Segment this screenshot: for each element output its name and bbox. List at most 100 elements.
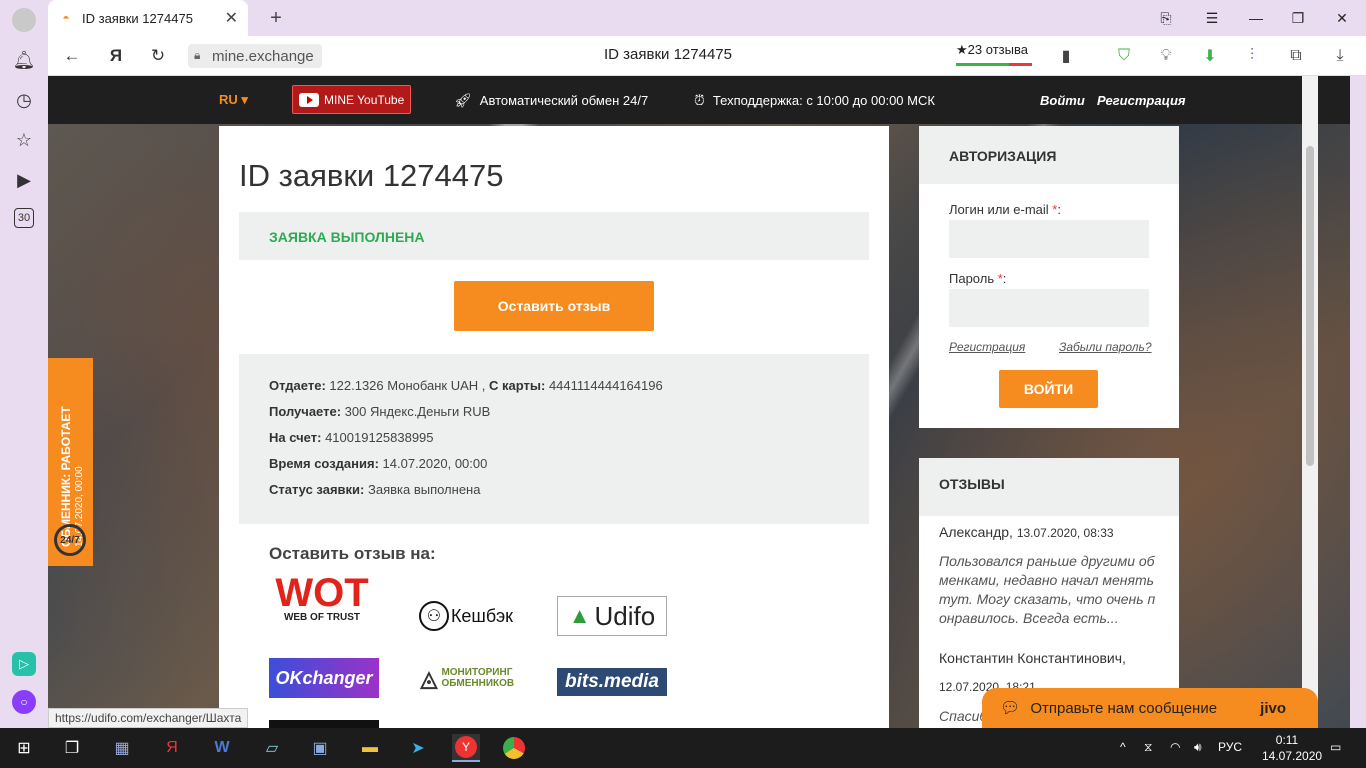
- get-row: Получаете: 300 Яндекс.Деньги RUB: [269, 404, 491, 419]
- yandex-app-icon[interactable]: Я: [158, 734, 186, 762]
- clock-date: 14.07.2020: [1262, 749, 1323, 763]
- reviews-badge-text: ★23 отзыва: [956, 42, 1028, 57]
- support-info: ⏰︎ Техподдержка: с 10:00 до 00:00 МСК: [694, 92, 935, 109]
- browser-sidebar: 🔔︎ ◷ ☆ ▶ 30 ▷ ○: [0, 0, 48, 728]
- bookmark-icon[interactable]: ▮: [1054, 44, 1078, 68]
- site-reviews-badge[interactable]: ★23 отзыва: [952, 42, 1032, 70]
- exchanger-status-tab[interactable]: ОБМЕННИК: РАБОТАЕТ 14.07.2020, 00:00 24/…: [48, 358, 93, 566]
- cashback-logo[interactable]: ⚇ Кешбэк: [411, 596, 521, 636]
- clock-24-7-icon: 24/7: [54, 524, 86, 556]
- calculator-app-icon[interactable]: ▦: [108, 734, 136, 762]
- network-app-icon[interactable]: ▣: [306, 734, 334, 762]
- volume-tray-icon[interactable]: 🔊︎: [1194, 740, 1202, 755]
- monitoring-logo[interactable]: ◬ МОНИТОРИНГ ОБМЕННИКОВ: [411, 658, 521, 698]
- exchanger-status-text: ОБМЕННИК: РАБОТАЕТ 14.07.2020, 00:00: [59, 357, 87, 547]
- notifications-icon[interactable]: ▭: [1330, 740, 1341, 754]
- adblock-extension-icon[interactable]: ⛉: [1112, 44, 1136, 68]
- order-title: ID заявки 1274475: [239, 158, 504, 193]
- rocket-icon: 🚀︎: [454, 92, 472, 108]
- network-tray-icon[interactable]: ⧖: [1144, 740, 1152, 755]
- youtube-label: MINE YouTube: [324, 92, 405, 107]
- task-view-icon[interactable]: ❐: [58, 734, 86, 762]
- jivo-chat-widget[interactable]: 💬︎ Отправьте нам сообщение jivo: [982, 688, 1318, 728]
- review-1-header: Александр, 13.07.2020, 08:33: [939, 524, 1114, 540]
- wifi-tray-icon[interactable]: ◠: [1170, 740, 1180, 754]
- header-register-link[interactable]: Регистрация: [1097, 93, 1186, 108]
- telegram-app-icon[interactable]: ➤: [404, 734, 432, 762]
- password-input[interactable]: [949, 289, 1149, 327]
- input-language[interactable]: РУС: [1218, 740, 1242, 754]
- support-text: Техподдержка: с 10:00 до 00:00 МСК: [712, 93, 935, 108]
- tray-chevron-icon[interactable]: ^: [1120, 740, 1126, 754]
- password-label: Пароль *:: [949, 271, 1007, 286]
- youtube-button[interactable]: MINE YouTube: [292, 85, 411, 114]
- login-input[interactable]: [949, 220, 1149, 258]
- jivo-brand: jivo: [1260, 699, 1286, 717]
- media-play-icon[interactable]: ▶: [12, 168, 36, 192]
- back-arrow-icon[interactable]: ←: [60, 44, 84, 68]
- yandex-logo-icon[interactable]: Я: [104, 44, 128, 68]
- header-login-link[interactable]: Войти: [1040, 93, 1085, 108]
- status-bar-url: https://udifo.com/exchanger/Шахта: [48, 708, 249, 728]
- windows-start-icon[interactable]: ⊞: [10, 734, 38, 762]
- page-scrollbar[interactable]: [1302, 76, 1318, 728]
- new-tab-icon[interactable]: +: [264, 6, 288, 30]
- download-extension-icon[interactable]: ⬇: [1198, 44, 1222, 68]
- review-sites-heading: Оставить отзыв на:: [269, 544, 436, 563]
- reload-icon[interactable]: ↻: [146, 44, 170, 68]
- glasses-icon: ⚇: [418, 601, 449, 631]
- wot-logo[interactable]: WOT WEB OF TRUST: [267, 573, 377, 623]
- browser-window: 🔔︎ ◷ ☆ ▶ 30 ▷ ○ ◓ ID заявки 1274475 ✕ + …: [0, 0, 1366, 768]
- profile-avatar-icon[interactable]: [12, 8, 36, 32]
- exchanger-status-date: 14.07.2020, 00:00: [74, 466, 85, 547]
- bookmarks-panel-icon[interactable]: ⎘: [1144, 0, 1188, 36]
- address-bar: ← Я ↻ 🔒︎ mine.exchange ID заявки 1274475…: [48, 36, 1366, 76]
- file-explorer-icon[interactable]: ▬: [356, 734, 384, 762]
- close-tab-icon[interactable]: ✕: [225, 8, 238, 28]
- yandex-browser-taskbar-icon[interactable]: Y: [452, 734, 480, 762]
- udifo-logo[interactable]: ▲ Udifo: [557, 596, 667, 636]
- messenger-icon[interactable]: ▷: [12, 652, 36, 676]
- auto-exchange-info: 🚀︎ Автоматический обмен 24/7: [454, 92, 648, 109]
- register-link[interactable]: Регистрация: [949, 340, 1025, 354]
- wot-logo-subtext: WEB OF TRUST: [283, 611, 361, 623]
- star-icon[interactable]: ☆: [12, 128, 36, 152]
- calendar-icon[interactable]: 30: [14, 208, 34, 228]
- equalizer-extension-icon[interactable]: ⫶: [1240, 44, 1264, 68]
- windows-taskbar: ⊞ ❐ ▦ Я W ▱ ▣ ▬ ➤ Y ^ ⧖ ◠ 🔊︎ РУС 0:11 14…: [0, 728, 1366, 768]
- scrollbar-thumb[interactable]: [1306, 146, 1314, 466]
- chrome-app-icon[interactable]: [500, 734, 528, 762]
- next-logo-partial[interactable]: [269, 720, 379, 728]
- alice-icon[interactable]: ○: [12, 690, 36, 714]
- language-selector[interactable]: RU ▾: [219, 92, 248, 108]
- minimize-icon[interactable]: —: [1234, 0, 1278, 36]
- puzzle-extension-icon[interactable]: ⧉: [1284, 44, 1308, 68]
- site-header: RU ▾ MINE YouTube 🚀︎ Автоматический обме…: [48, 76, 1350, 124]
- forgot-password-link[interactable]: Забыли пароль?: [1059, 340, 1152, 354]
- close-window-icon[interactable]: ✕: [1320, 0, 1364, 36]
- bell-icon[interactable]: 🔔︎: [12, 48, 36, 72]
- clock-time: 0:11: [1275, 733, 1299, 747]
- status-row: Статус заявки: Заявка выполнена: [269, 482, 481, 497]
- udifo-logo-text: Udifo: [594, 600, 656, 631]
- url-text: mine.exchange: [212, 47, 314, 65]
- okchanger-logo[interactable]: OKchanger: [269, 658, 379, 698]
- notes-app-icon[interactable]: ▱: [258, 734, 286, 762]
- lightbulb-extension-icon[interactable]: 💡︎: [1154, 44, 1178, 68]
- url-field[interactable]: 🔒︎ mine.exchange: [188, 44, 322, 68]
- chat-bubble-icon: 💬︎: [1000, 700, 1021, 717]
- auto-exchange-text: Автоматический обмен 24/7: [479, 93, 649, 108]
- history-clock-icon[interactable]: ◷: [12, 88, 36, 112]
- login-button[interactable]: ВОЙТИ: [999, 370, 1098, 408]
- taskbar-clock[interactable]: 0:11 14.07.2020: [1262, 732, 1323, 764]
- bits-media-logo[interactable]: bits.media: [557, 668, 667, 696]
- menu-icon[interactable]: ☰: [1190, 0, 1234, 36]
- downloads-icon[interactable]: ⤓: [1328, 44, 1352, 68]
- tab-active[interactable]: ◓ ID заявки 1274475 ✕: [48, 0, 248, 36]
- restore-icon[interactable]: ❐: [1276, 0, 1320, 36]
- leave-review-button[interactable]: Оставить отзыв: [454, 281, 654, 331]
- word-app-icon[interactable]: W: [208, 734, 236, 762]
- review-1-text: Пользовался раньше другими об менками, н…: [939, 553, 1156, 626]
- udifo-triangle-icon: ▲: [568, 603, 591, 628]
- jivo-chat-text: Отправьте нам сообщение: [1030, 699, 1218, 717]
